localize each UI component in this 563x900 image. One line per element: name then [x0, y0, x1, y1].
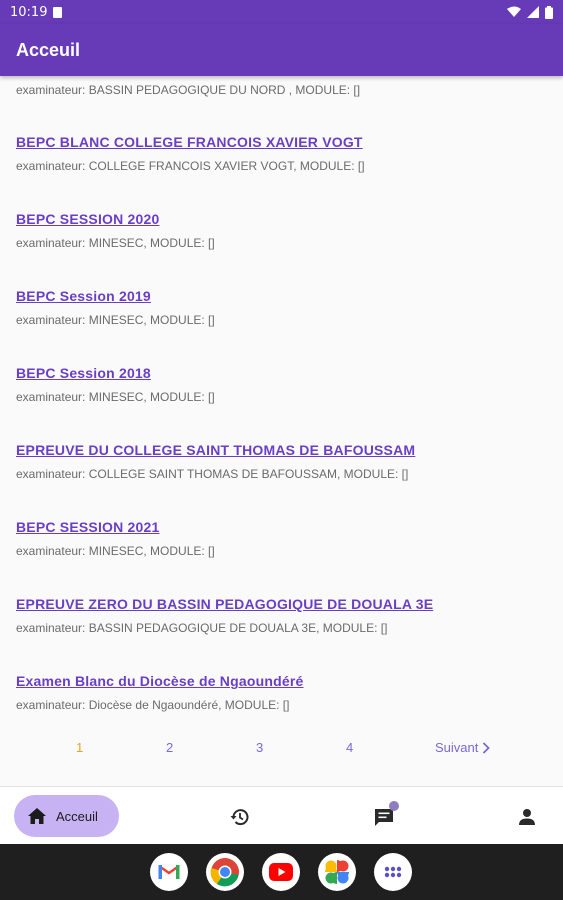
- nav-home-label: Acceuil: [56, 808, 98, 824]
- page-1-button[interactable]: 1: [76, 740, 83, 755]
- list-item-title[interactable]: EPREUVE ZERO DU BASSIN PEDAGOGIQUE DE DO…: [16, 596, 546, 612]
- notification-badge: [389, 801, 399, 811]
- list-item[interactable]: BEPC BLANC COLLEGE FRANCOIS XAVIER VOGT …: [16, 134, 546, 173]
- list-item-title[interactable]: BEPC Session 2018: [16, 365, 546, 381]
- app-bar: Acceuil: [0, 24, 563, 76]
- list-item-subtitle: examinateur: MINESEC, MODULE: []: [16, 390, 215, 404]
- status-bar: 10:19: [0, 0, 563, 24]
- list-item[interactable]: BEPC Session 2019 examinateur: MINESEC, …: [16, 288, 546, 327]
- system-dock: [0, 844, 563, 900]
- pagination: 1 2 3 4 Suivant: [0, 740, 563, 764]
- messages-button[interactable]: [373, 801, 399, 828]
- list-item[interactable]: BEPC SESSION 2021 examinateur: MINESEC, …: [16, 519, 546, 558]
- list-item-subtitle: examinateur: MINESEC, MODULE: []: [16, 313, 215, 327]
- battery-icon: [545, 5, 553, 19]
- page-3-button[interactable]: 3: [256, 740, 263, 755]
- status-time: 10:19: [10, 4, 48, 20]
- next-page-button[interactable]: Suivant: [435, 740, 491, 755]
- list-item-subtitle: examinateur: BASSIN PEDAGOGIQUE DE DOUAL…: [16, 621, 388, 635]
- list-item-title[interactable]: BEPC SESSION 2021: [16, 519, 546, 535]
- app-title: Acceuil: [16, 39, 81, 60]
- sim-icon: [53, 6, 63, 18]
- list-item-title[interactable]: EPREUVE DU COLLEGE SAINT THOMAS DE BAFOU…: [16, 442, 546, 458]
- nav-home-button[interactable]: Acceuil: [14, 795, 119, 837]
- chrome-icon[interactable]: [206, 853, 244, 891]
- next-page-label: Suivant: [435, 740, 479, 755]
- list-item-title[interactable]: BEPC Session 2019: [16, 288, 546, 304]
- list-item[interactable]: EPREUVE DU COLLEGE SAINT THOMAS DE BAFOU…: [16, 442, 546, 481]
- profile-icon[interactable]: [516, 806, 538, 828]
- list-item-subtitle: examinateur: MINESEC, MODULE: []: [16, 544, 215, 558]
- list-item[interactable]: EPREUVE ZERO DU BASSIN PEDAGOGIQUE DE DO…: [16, 596, 546, 635]
- list-item[interactable]: BEPC SESSION 2020 examinateur: MINESEC, …: [16, 211, 546, 250]
- apps-icon[interactable]: [374, 853, 412, 891]
- page-4-button[interactable]: 4: [346, 740, 353, 755]
- list-item-subtitle: examinateur: Diocèse de Ngaoundéré, MODU…: [16, 698, 290, 712]
- chevron-right-icon: [483, 741, 491, 754]
- list-item[interactable]: BEPC Session 2018 examinateur: MINESEC, …: [16, 365, 546, 404]
- history-icon[interactable]: [229, 806, 251, 828]
- list-item-subtitle: examinateur: BASSIN PEDAGOGIQUE DU NORD …: [16, 83, 361, 97]
- photos-icon[interactable]: [318, 853, 356, 891]
- exam-list[interactable]: examinateur: BASSIN PEDAGOGIQUE DU NORD …: [0, 76, 563, 786]
- list-item-title[interactable]: Examen Blanc du Diocèse de Ngaoundéré: [16, 673, 546, 689]
- youtube-icon[interactable]: [262, 853, 300, 891]
- bottom-navigation: Acceuil: [0, 786, 563, 844]
- signal-icon: [527, 6, 539, 18]
- list-item[interactable]: Examen Blanc du Diocèse de Ngaoundéré ex…: [16, 673, 546, 712]
- list-item-subtitle: examinateur: MINESEC, MODULE: []: [16, 236, 215, 250]
- wifi-icon: [507, 6, 521, 17]
- home-icon: [28, 808, 46, 824]
- list-item-title[interactable]: BEPC SESSION 2020: [16, 211, 546, 227]
- list-item-partial[interactable]: examinateur: BASSIN PEDAGOGIQUE DU NORD …: [16, 83, 546, 97]
- list-item-title[interactable]: BEPC BLANC COLLEGE FRANCOIS XAVIER VOGT: [16, 134, 546, 150]
- gmail-icon[interactable]: [150, 853, 188, 891]
- status-icons: [507, 5, 553, 19]
- list-item-subtitle: examinateur: COLLEGE SAINT THOMAS DE BAF…: [16, 467, 409, 481]
- page-2-button[interactable]: 2: [166, 740, 173, 755]
- list-item-subtitle: examinateur: COLLEGE FRANCOIS XAVIER VOG…: [16, 159, 365, 173]
